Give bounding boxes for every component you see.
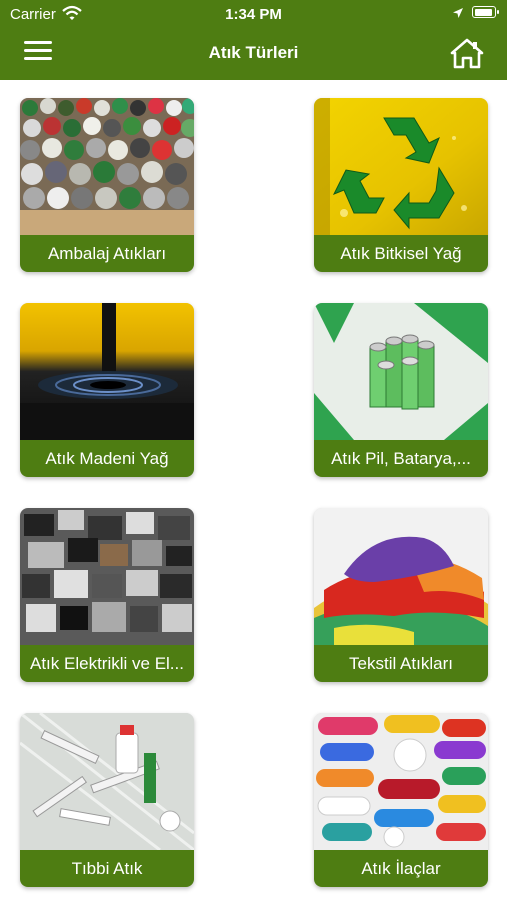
tile-tibbi-atik[interactable]: Tıbbi Atık: [20, 713, 194, 887]
medical-waste-image: [20, 713, 194, 850]
tile-label: Atık Madeni Yağ: [20, 440, 194, 477]
tile-label: Tıbbi Atık: [20, 850, 194, 887]
textile-waste-image: [314, 508, 488, 645]
tile-atik-ilaclar[interactable]: Atık İlaçlar: [314, 713, 488, 887]
tile-label: Atık Pil, Batarya,...: [314, 440, 488, 477]
status-bar: Carrier 1:34 PM: [0, 0, 507, 28]
tile-tekstil-atiklari[interactable]: Tekstil Atıkları: [314, 508, 488, 682]
tile-label: Atık Elektrikli ve El...: [20, 645, 194, 682]
tile-atik-madeni-yag[interactable]: Atık Madeni Yağ: [20, 303, 194, 477]
tile-ambalaj-atiklari[interactable]: Ambalaj Atıkları: [20, 98, 194, 272]
packaging-waste-image: [20, 98, 194, 235]
tile-label: Ambalaj Atıkları: [20, 235, 194, 272]
tile-atik-elektrikli[interactable]: Atık Elektrikli ve El...: [20, 508, 194, 682]
status-time: 1:34 PM: [225, 6, 282, 23]
page-title: Atık Türleri: [208, 43, 299, 62]
location-arrow-icon: [453, 8, 463, 18]
tile-label: Tekstil Atıkları: [314, 645, 488, 682]
navigation-bar: Carrier 1:34 PM Atık Türleri: [0, 0, 507, 80]
tile-label: Atık Bitkisel Yağ: [314, 235, 488, 272]
tile-label: Atık İlaçlar: [314, 850, 488, 887]
batteries-image: [314, 303, 488, 440]
vegetable-oil-recycle-image: [314, 98, 488, 235]
battery-icon: [472, 6, 499, 18]
motor-oil-image: [20, 303, 194, 440]
tile-atik-pil-batarya[interactable]: Atık Pil, Batarya,...: [314, 303, 488, 477]
pills-image: [314, 713, 488, 850]
electronic-waste-image: [20, 508, 194, 645]
tile-atik-bitkisel-yag[interactable]: Atık Bitkisel Yağ: [314, 98, 488, 272]
home-icon[interactable]: [450, 37, 484, 69]
